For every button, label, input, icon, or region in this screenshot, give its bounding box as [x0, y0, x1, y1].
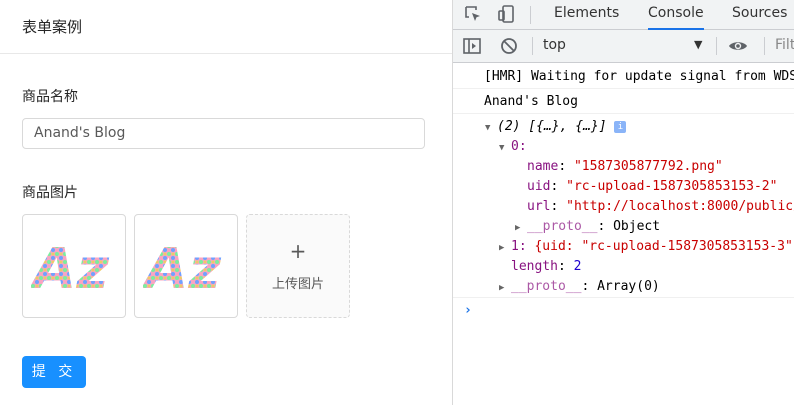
uploaded-image-thumbnail[interactable]: Az [22, 214, 126, 318]
svg-text:Az: Az [143, 237, 221, 296]
tree-row: url: "http://localhost:8000/public/uploa… [527, 199, 794, 214]
tab-console[interactable]: Console [648, 0, 704, 30]
devtools-panel: Elements Console Sources top ▼ Filter [H… [453, 0, 794, 405]
plus-icon: + [289, 238, 307, 263]
header-divider [0, 53, 452, 54]
submit-button[interactable]: 提 交 [22, 356, 86, 388]
svg-text:Az: Az [31, 237, 109, 296]
tabbar-divider [530, 6, 531, 24]
clear-console-icon[interactable] [499, 36, 519, 56]
console-message: Anand's Blog [453, 89, 794, 114]
console-divider [453, 297, 794, 298]
tree-row[interactable]: ▶ __proto__: Object [453, 217, 794, 237]
tree-row[interactable]: ▶1: {uid: "rc-upload-1587305853153-3", …… [453, 237, 794, 257]
devtools-tabbar: Elements Console Sources [453, 0, 794, 30]
expand-triangle-icon[interactable]: ▼ [485, 118, 497, 137]
tree-row: length: 2 [511, 259, 582, 274]
expand-triangle-icon[interactable]: ▶ [499, 278, 511, 297]
console-toolbar: top ▼ Filter [453, 30, 794, 63]
console-prompt[interactable]: › [453, 300, 794, 322]
form-panel: 表单案例 商品名称 Anand's Blog 商品图片 Az Az + 上传图片… [0, 0, 453, 405]
toolbar-divider [716, 37, 717, 55]
az-image: Az [143, 237, 221, 296]
az-image: Az [31, 237, 109, 296]
upload-label: 上传图片 [271, 276, 324, 292]
tree-row: name: "1587305877792.png" [527, 159, 723, 174]
array-summary-row[interactable]: ▼ (2) [{…}, {…}] i [453, 117, 794, 137]
info-icon[interactable]: i [614, 120, 627, 133]
toolbar-divider [532, 37, 533, 55]
page-title: 表单案例 [22, 18, 83, 36]
tab-sources[interactable]: Sources [732, 0, 787, 30]
inspect-element-icon[interactable] [463, 4, 483, 24]
context-selector[interactable]: top [543, 37, 566, 53]
device-toolbar-icon[interactable] [497, 4, 517, 24]
console-message: [HMR] Waiting for update signal from WDS… [453, 64, 794, 89]
tree-row[interactable]: ▶ __proto__: Array(0) [453, 277, 794, 297]
tree-row[interactable]: ▼ 0: [453, 137, 794, 157]
uploaded-image-thumbnail[interactable]: Az [134, 214, 238, 318]
tab-elements[interactable]: Elements [554, 0, 619, 30]
tree-row: uid: "rc-upload-1587305853153-2" [527, 179, 778, 194]
expand-triangle-icon[interactable]: ▶ [499, 238, 511, 257]
expand-triangle-icon[interactable]: ▼ [499, 138, 511, 157]
filter-input[interactable]: Filter [775, 37, 794, 53]
product-name-label: 商品名称 [22, 89, 78, 105]
toolbar-divider [764, 37, 765, 55]
expand-triangle-icon[interactable]: ▶ [515, 218, 527, 237]
product-name-input[interactable]: Anand's Blog [22, 118, 425, 149]
eye-icon[interactable] [728, 36, 748, 56]
product-image-label: 商品图片 [22, 185, 78, 201]
sidebar-toggle-icon[interactable] [462, 36, 482, 56]
chevron-down-icon[interactable]: ▼ [694, 38, 702, 51]
upload-button[interactable]: + 上传图片 [246, 214, 350, 318]
